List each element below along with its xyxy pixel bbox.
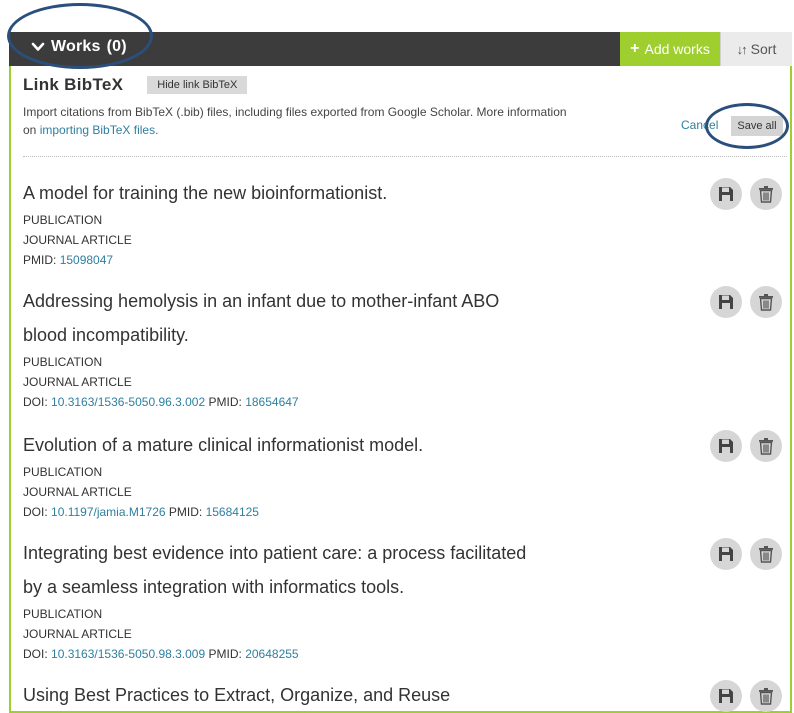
work-title: Addressing hemolysis in an infant due to…: [23, 284, 623, 352]
add-works-label: Add works: [644, 41, 710, 57]
work-item: Using Best Practices to Extract, Organiz…: [23, 678, 787, 712]
floppy-disk-icon: [719, 689, 733, 703]
save-work-button[interactable]: [710, 538, 742, 570]
trash-icon: [759, 688, 773, 705]
delete-work-button[interactable]: [750, 178, 782, 210]
work-title: Evolution of a mature clinical informati…: [23, 428, 623, 462]
trash-icon: [759, 294, 773, 311]
importing-bibtex-link[interactable]: importing BibTeX files.: [40, 123, 159, 137]
add-works-button[interactable]: + Add works: [620, 32, 720, 66]
work-title: A model for training the new bioinformat…: [23, 176, 623, 210]
work-title: Using Best Practices to Extract, Organiz…: [23, 678, 623, 712]
work-title: Integrating best evidence into patient c…: [23, 536, 623, 604]
work-identifiers: DOI: 10.3163/1536-5050.98.3.009 PMID: 20…: [23, 644, 787, 664]
work-title-line: A model for training the new bioinformat…: [23, 183, 388, 203]
save-work-button[interactable]: [710, 178, 742, 210]
bibtex-description: Import citations from BibTeX (.bib) file…: [23, 103, 583, 139]
floppy-disk-icon: [719, 547, 733, 561]
works-header-bar: Works (0) + Add works ↓↑ Sort: [9, 32, 792, 66]
work-item: A model for training the new bioinformat…: [23, 176, 787, 270]
pmid-label: PMID:: [23, 253, 57, 267]
work-subtype: JOURNAL ARTICLE: [23, 233, 132, 247]
work-subtype: JOURNAL ARTICLE: [23, 375, 132, 389]
trash-icon: [759, 438, 773, 455]
floppy-disk-icon: [719, 439, 733, 453]
sort-button[interactable]: ↓↑ Sort: [720, 32, 792, 66]
delete-work-button[interactable]: [750, 538, 782, 570]
save-work-button[interactable]: [710, 286, 742, 318]
section-divider: [23, 156, 787, 157]
work-identifiers: DOI: 10.1197/jamia.M1726 PMID: 15684125: [23, 502, 787, 522]
work-title-line: Addressing hemolysis in an infant due to…: [23, 291, 500, 311]
trash-icon: [759, 546, 773, 563]
trash-icon: [759, 186, 773, 203]
floppy-disk-icon: [719, 187, 733, 201]
work-subtype: JOURNAL ARTICLE: [23, 627, 132, 641]
works-toggle[interactable]: Works (0): [31, 38, 127, 56]
work-actions: [710, 286, 782, 318]
delete-work-button[interactable]: [750, 430, 782, 462]
work-title-line: blood incompatibility.: [23, 325, 189, 345]
work-actions: [710, 178, 782, 210]
sort-arrows-icon: ↓↑: [736, 41, 748, 57]
pmid-link[interactable]: 15098047: [60, 253, 113, 267]
doi-label: DOI:: [23, 395, 48, 409]
work-identifiers: DOI: 10.3163/1536-5050.96.3.002 PMID: 18…: [23, 392, 787, 412]
pmid-label: PMID:: [168, 505, 203, 519]
floppy-disk-icon: [719, 295, 733, 309]
works-count: (0): [106, 38, 127, 55]
bibtex-header: Link BibTeX Hide link BibTeX: [23, 75, 248, 95]
pmid-link[interactable]: 20648255: [245, 647, 298, 661]
work-type: PUBLICATION: [23, 355, 103, 369]
work-title-line: Evolution of a mature clinical informati…: [23, 435, 424, 455]
work-identifiers: PMID: 15098047: [23, 250, 787, 270]
doi-label: DOI:: [23, 647, 48, 661]
doi-link[interactable]: 10.3163/1536-5050.98.3.009: [51, 647, 205, 661]
work-actions: [710, 538, 782, 570]
work-actions: [710, 680, 782, 712]
pmid-label: PMID:: [208, 395, 242, 409]
cancel-link[interactable]: Cancel: [681, 118, 718, 132]
work-title-line: Using Best Practices to Extract, Organiz…: [23, 685, 451, 705]
work-type: PUBLICATION: [23, 465, 103, 479]
works-label: Works: [51, 38, 101, 55]
work-title-line: by a seamless integration with informati…: [23, 577, 405, 597]
sort-label: Sort: [750, 41, 777, 57]
work-type: PUBLICATION: [23, 607, 103, 621]
hide-bibtex-button[interactable]: Hide link BibTeX: [147, 76, 248, 94]
pmid-link[interactable]: 15684125: [206, 505, 259, 519]
work-actions: [710, 430, 782, 462]
plus-icon: +: [630, 40, 640, 57]
delete-work-button[interactable]: [750, 286, 782, 318]
save-work-button[interactable]: [710, 680, 742, 712]
save-work-button[interactable]: [710, 430, 742, 462]
work-type: PUBLICATION: [23, 213, 103, 227]
work-item: Evolution of a mature clinical informati…: [23, 428, 787, 522]
doi-link[interactable]: 10.3163/1536-5050.96.3.002: [51, 395, 205, 409]
pmid-label: PMID:: [208, 647, 242, 661]
chevron-down-icon: [31, 42, 45, 51]
work-item: Integrating best evidence into patient c…: [23, 536, 787, 664]
pmid-link[interactable]: 18654647: [245, 395, 298, 409]
save-all-button[interactable]: Save all: [731, 116, 783, 136]
bibtex-title: Link BibTeX: [23, 75, 124, 94]
doi-link[interactable]: 10.1197/jamia.M1726: [51, 505, 166, 519]
work-subtype: JOURNAL ARTICLE: [23, 485, 132, 499]
work-item: Addressing hemolysis in an infant due to…: [23, 284, 787, 412]
doi-label: DOI:: [23, 505, 48, 519]
work-title-line: Integrating best evidence into patient c…: [23, 543, 527, 563]
delete-work-button[interactable]: [750, 680, 782, 712]
